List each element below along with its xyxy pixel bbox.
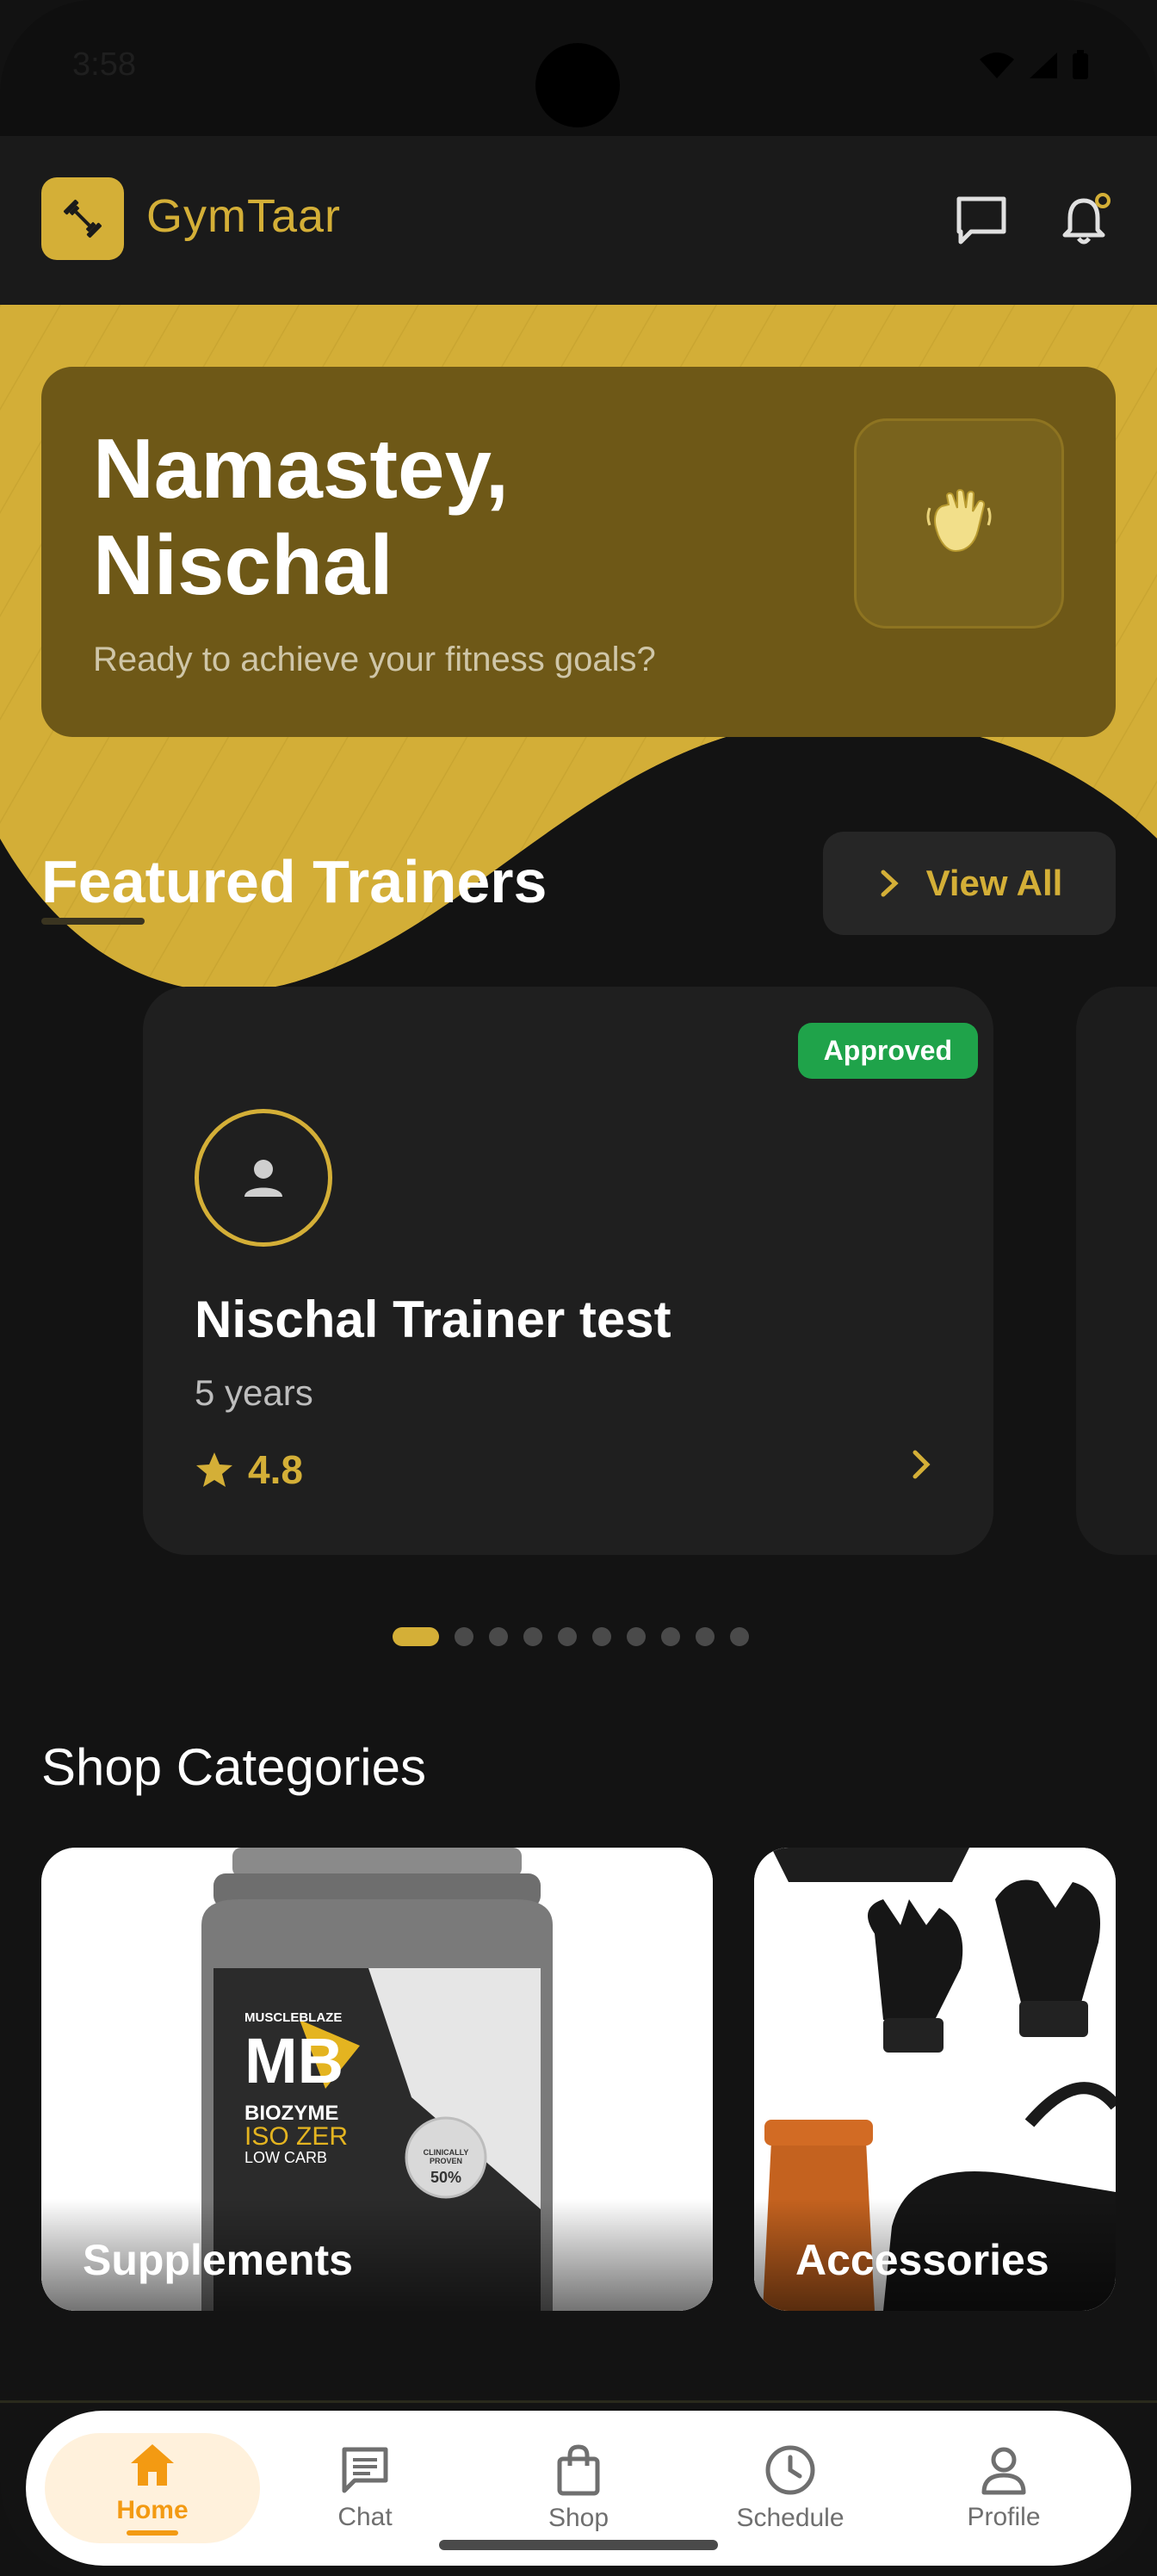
shop-categories-title: Shop Categories xyxy=(41,1738,426,1796)
title-underline xyxy=(41,918,145,925)
camera-cutout xyxy=(535,43,620,127)
active-indicator xyxy=(127,2530,178,2536)
carousel-indicator xyxy=(393,1627,749,1646)
greeting-title: Namastey, Nischal xyxy=(93,421,510,612)
gesture-bar xyxy=(439,2540,718,2550)
shopping-bag-icon xyxy=(557,2444,600,2496)
supplement-logo: MB xyxy=(244,2025,344,2096)
notifications-button[interactable] xyxy=(1052,186,1121,255)
trainer-card[interactable]: Approved Nischal Trainer test 5 years 4.… xyxy=(143,987,993,1555)
supplement-label-text: MUSCLEBLAZE MB BIOZYME ISO ZER LOW CARB xyxy=(244,2011,399,2165)
waving-hand-icon xyxy=(926,489,992,553)
carousel-dot[interactable] xyxy=(696,1627,715,1646)
status-bar: 3:58 xyxy=(0,0,1157,136)
greeting-subtitle: Ready to achieve your fitness goals? xyxy=(93,641,656,678)
carousel-dot[interactable] xyxy=(393,1627,439,1646)
carousel-dot[interactable] xyxy=(455,1627,473,1646)
chevron-right-icon xyxy=(913,1450,931,1479)
rating-value: 4.8 xyxy=(248,1447,303,1492)
dumbbell-icon xyxy=(63,199,102,238)
nav-label-home: Home xyxy=(116,2496,189,2524)
nav-divider xyxy=(0,2400,1157,2403)
clock-icon xyxy=(765,2445,815,2495)
app-bar: GymTaar xyxy=(0,136,1157,305)
view-all-button[interactable]: View All xyxy=(823,832,1116,935)
nav-item-schedule[interactable]: Schedule xyxy=(696,2411,885,2566)
carousel-dot[interactable] xyxy=(730,1627,749,1646)
message-icon xyxy=(956,196,1006,245)
status-icons xyxy=(978,50,1090,81)
nav-item-chat[interactable]: Chat xyxy=(270,2411,460,2566)
nav-label-profile: Profile xyxy=(967,2503,1041,2531)
status-badge: Approved xyxy=(797,1023,978,1079)
nav-item-home[interactable]: Home xyxy=(45,2411,260,2566)
greeting-card: Namastey, Nischal Ready to achieve your … xyxy=(41,367,1116,737)
category-label: Supplements xyxy=(83,2236,353,2284)
battery-icon xyxy=(1073,50,1088,79)
carousel-dot[interactable] xyxy=(661,1627,680,1646)
nav-label-schedule: Schedule xyxy=(736,2504,845,2532)
trainer-open-chevron[interactable] xyxy=(909,1448,933,1485)
trainer-avatar xyxy=(195,1109,332,1247)
category-card-accessories[interactable]: Accessories xyxy=(754,1848,1116,2311)
nav-label-chat: Chat xyxy=(337,2503,393,2531)
chat-icon xyxy=(342,2447,388,2493)
wifi-icon xyxy=(980,53,1014,78)
carousel-dot[interactable] xyxy=(523,1627,542,1646)
category-card-supplements[interactable]: MUSCLEBLAZE MB BIOZYME ISO ZER LOW CARB … xyxy=(41,1848,713,2311)
carousel-dot[interactable] xyxy=(558,1627,577,1646)
next-trainer-card-peek[interactable] xyxy=(1076,987,1157,1555)
clinically-proven-badge: CLINICALLY PROVEN 50% xyxy=(423,2148,469,2186)
carousel-dot[interactable] xyxy=(627,1627,646,1646)
signal-icon xyxy=(1030,53,1057,78)
status-time: 3:58 xyxy=(72,46,136,83)
trainer-experience: 5 years xyxy=(195,1372,313,1413)
bell-icon xyxy=(1062,193,1111,245)
featured-trainers-title: Featured Trainers xyxy=(41,848,548,915)
star-icon xyxy=(196,1452,232,1487)
wave-emoji-box xyxy=(854,418,1064,629)
category-label: Accessories xyxy=(795,2236,1049,2284)
carousel-dot[interactable] xyxy=(489,1627,508,1646)
home-icon xyxy=(131,2444,174,2486)
nav-item-profile[interactable]: Profile xyxy=(909,2411,1098,2566)
chevron-right-icon xyxy=(881,870,899,897)
messages-button[interactable] xyxy=(947,186,1016,255)
carousel-dot[interactable] xyxy=(592,1627,611,1646)
trainer-name: Nischal Trainer test xyxy=(195,1291,671,1348)
app-title: GymTaar xyxy=(146,190,342,242)
view-all-label: View All xyxy=(925,863,1063,903)
nav-label-shop: Shop xyxy=(548,2504,609,2532)
profile-icon xyxy=(981,2447,1026,2495)
app-logo xyxy=(41,177,124,260)
trainer-rating: 4.8 xyxy=(195,1446,303,1493)
phone-screen: 3:58 GymTaar Namastey, Nischal Ready to … xyxy=(0,0,1157,2576)
person-icon xyxy=(244,1160,282,1197)
